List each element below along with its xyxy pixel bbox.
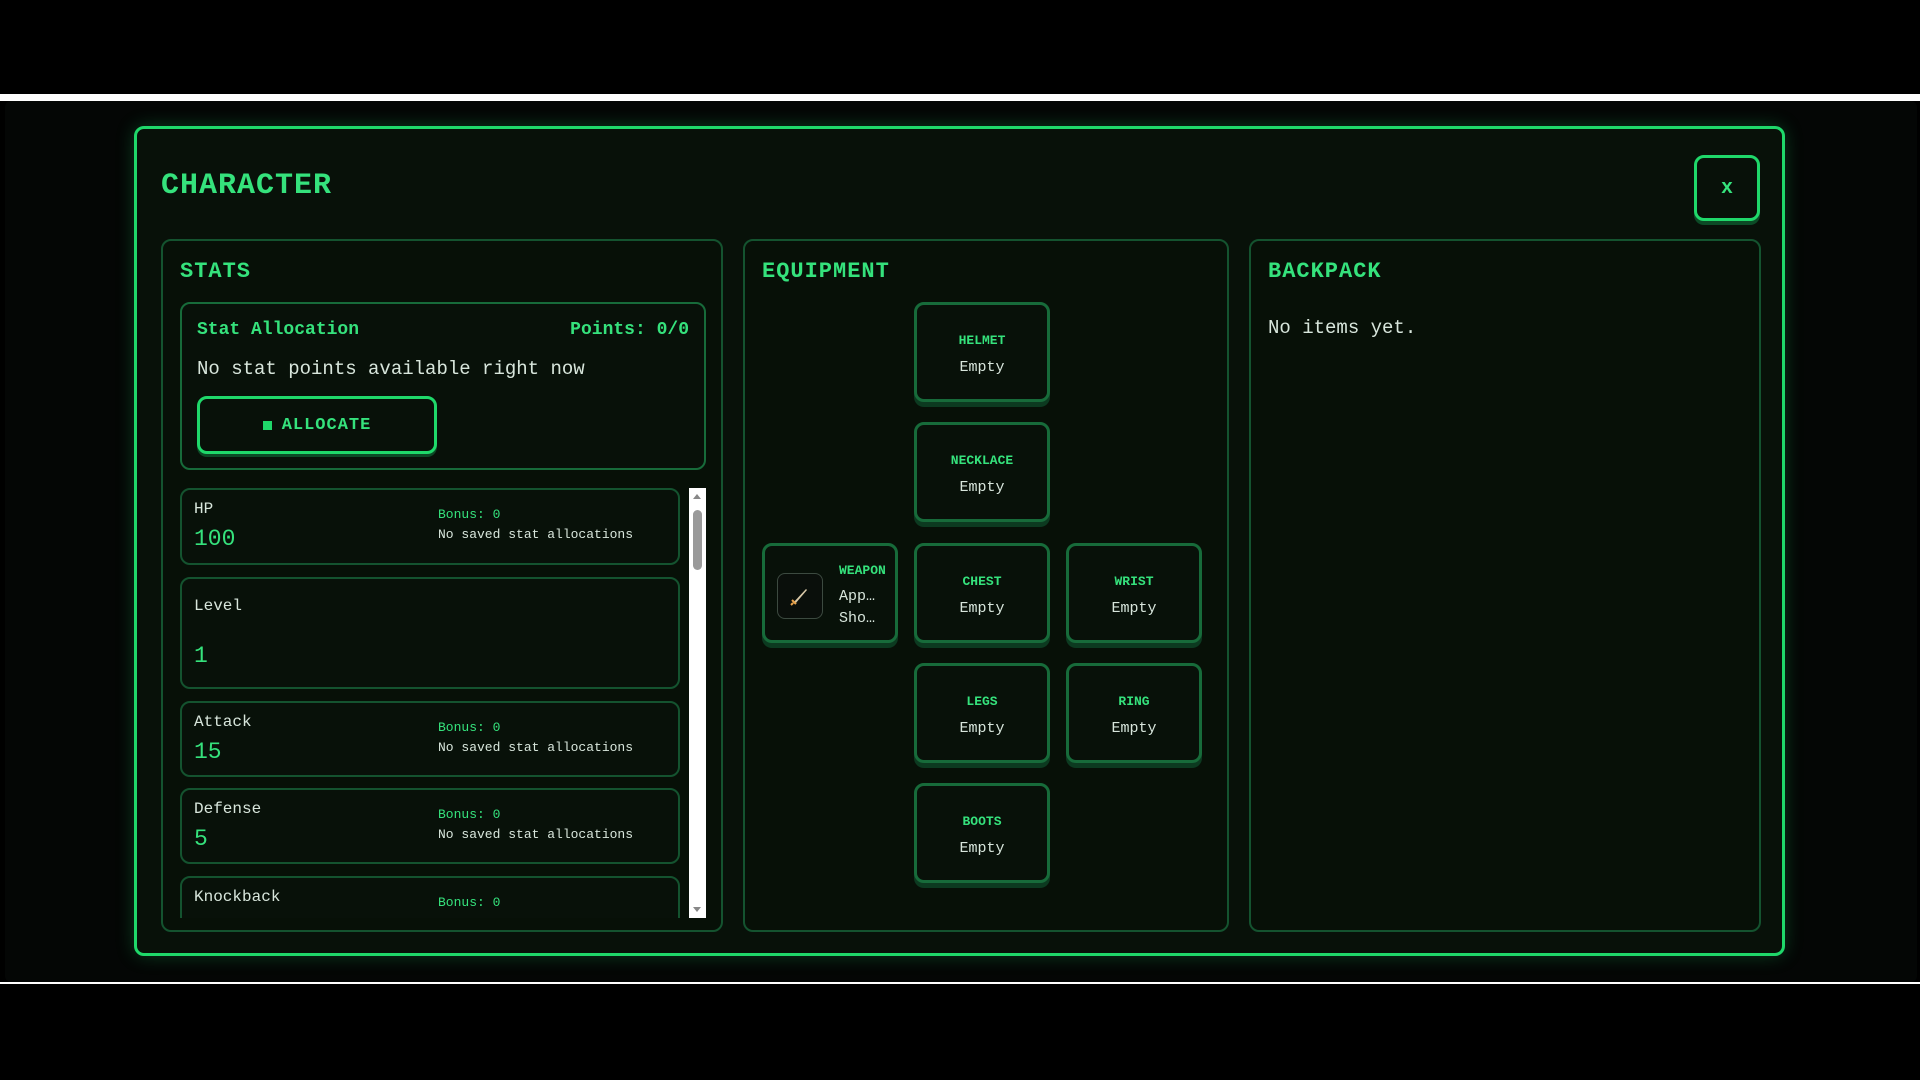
scroll-thumb[interactable] [693, 510, 702, 570]
scroll-up-arrow-icon[interactable] [693, 494, 701, 499]
slot-name: HELMET [958, 333, 1006, 348]
stat-card-defense: Defense 5 Bonus: 0 No saved stat allocat… [180, 788, 680, 864]
slot-state: Empty [959, 359, 1005, 376]
stat-list[interactable]: HP 100 Bonus: 0 No saved stat allocation… [180, 488, 680, 918]
stat-value: 5 [194, 826, 208, 852]
stat-label: Defense [194, 800, 262, 818]
slot-necklace[interactable]: NECKLACE Empty [914, 422, 1050, 522]
slot-state: Empty [959, 720, 1005, 737]
weapon-line-1: App… [839, 588, 876, 605]
slot-state: Empty [1111, 600, 1157, 617]
slot-name: WEAPON [839, 563, 886, 578]
stat-bonus: Bonus: 0 [438, 895, 501, 910]
slot-state: Empty [959, 840, 1005, 857]
sword-icon [777, 573, 823, 619]
stat-card-attack: Attack 15 Bonus: 0 No saved stat allocat… [180, 701, 680, 777]
stat-note: No saved stat allocations [438, 740, 634, 755]
stats-title: STATS [180, 259, 252, 284]
slot-helmet[interactable]: HELMET Empty [914, 302, 1050, 402]
allocation-message: No stat points available right now [197, 358, 585, 380]
slot-name: WRIST [1114, 574, 1154, 589]
stat-bonus: Bonus: 0 [438, 720, 501, 735]
modal-title: CHARACTER [161, 169, 333, 203]
equipment-title: EQUIPMENT [762, 259, 890, 284]
top-white-strip [0, 94, 1920, 101]
stat-list-scrollbar[interactable] [689, 488, 706, 918]
backpack-panel: BACKPACK No items yet. [1249, 239, 1761, 932]
square-icon [262, 420, 272, 430]
backpack-title: BACKPACK [1268, 259, 1382, 284]
stat-bonus: Bonus: 0 [438, 807, 501, 822]
slot-legs[interactable]: LEGS Empty [914, 663, 1050, 763]
stat-card-level: Level 1 [180, 577, 680, 689]
close-button[interactable]: x [1694, 155, 1760, 221]
allocate-button[interactable]: ALLOCATE [197, 396, 437, 454]
stat-value: 100 [194, 526, 236, 552]
stat-bonus: Bonus: 0 [438, 507, 501, 522]
slot-name: RING [1118, 694, 1150, 709]
weapon-line-2: Sho… [839, 610, 876, 627]
stat-card-hp: HP 100 Bonus: 0 No saved stat allocation… [180, 488, 680, 565]
stat-label: Level [194, 597, 243, 615]
allocate-button-label: ALLOCATE [281, 415, 372, 435]
slot-chest[interactable]: CHEST Empty [914, 543, 1050, 643]
scroll-down-arrow-icon[interactable] [693, 907, 701, 912]
stat-allocation-box: Stat Allocation Points: 0/0 No stat poin… [180, 302, 706, 470]
equipment-panel: EQUIPMENT HELMET Empty NECKLACE Empty WE… [743, 239, 1229, 932]
slot-name: LEGS [966, 694, 998, 709]
character-modal: CHARACTER x STATS Stat Allocation Points… [134, 126, 1785, 956]
slot-state: Empty [959, 479, 1005, 496]
stat-value: 1 [194, 643, 208, 669]
stat-card-knockback: Knockback Bonus: 0 [180, 876, 680, 918]
slot-state: Empty [959, 600, 1005, 617]
stat-label: HP [194, 500, 214, 518]
bottom-white-strip [0, 982, 1920, 984]
slot-state: Empty [1111, 720, 1157, 737]
slot-name: BOOTS [962, 814, 1002, 829]
stat-note: No saved stat allocations [438, 527, 634, 542]
slot-boots[interactable]: BOOTS Empty [914, 783, 1050, 883]
stat-label: Knockback [194, 888, 281, 906]
stat-note: No saved stat allocations [438, 827, 634, 842]
slot-wrist[interactable]: WRIST Empty [1066, 543, 1202, 643]
slot-name: NECKLACE [950, 453, 1014, 468]
allocation-points: Points: 0/0 [570, 320, 689, 340]
backpack-empty-message: No items yet. [1268, 317, 1417, 339]
slot-weapon[interactable]: WEAPON App… Sho… [762, 543, 898, 643]
stat-label: Attack [194, 713, 252, 731]
allocation-title: Stat Allocation [197, 320, 360, 340]
slot-ring[interactable]: RING Empty [1066, 663, 1202, 763]
stats-panel: STATS Stat Allocation Points: 0/0 No sta… [161, 239, 723, 932]
slot-name: CHEST [962, 574, 1002, 589]
stat-value: 15 [194, 739, 222, 765]
